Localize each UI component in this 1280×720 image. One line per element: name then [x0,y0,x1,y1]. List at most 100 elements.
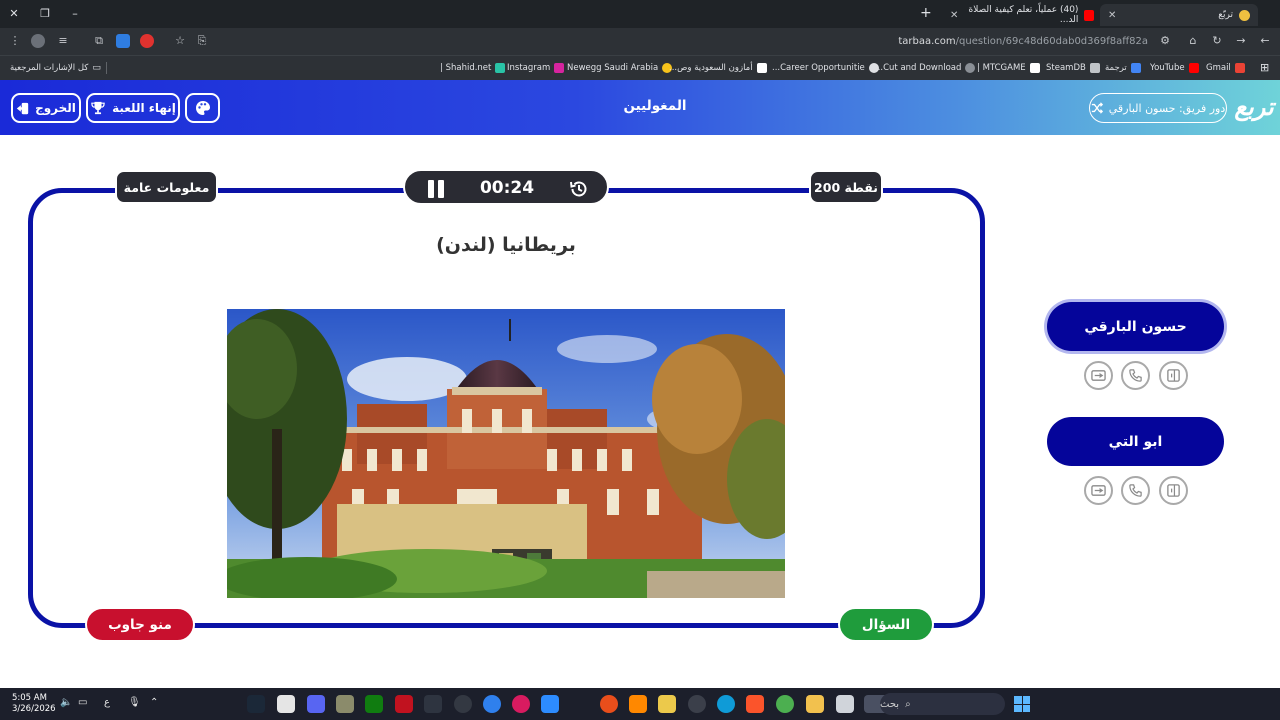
exit-button[interactable]: الخروج [11,93,81,123]
reading-list-icon[interactable]: ≡ [56,34,70,48]
system-clock[interactable]: 5:05 AM 3/26/2026 [12,693,56,715]
show-hidden-icons-icon[interactable]: ⌃ [150,697,158,708]
timer-panel: 00:24 [403,169,609,205]
restore-window-icon[interactable]: ❐ [37,6,53,22]
network-icon[interactable]: ▭ [78,697,87,708]
apps-grid-icon[interactable]: ⊞ [1260,61,1269,74]
extensions-icon[interactable]: ⧉ [92,34,106,48]
tarbaa-logo[interactable]: تربع [1230,89,1278,125]
extension-red-icon[interactable] [140,34,154,48]
bookmark-label: MTCGAME | [977,63,1026,73]
brave-icon[interactable] [746,695,764,713]
site-settings-icon[interactable]: ⚙ [1158,34,1172,48]
install-app-icon[interactable]: ⎘ [195,34,209,48]
close-tab-icon[interactable]: ✕ [950,10,958,21]
tab-tarbaa[interactable]: تربّع ✕ [1100,4,1258,26]
zoom-icon[interactable] [541,695,559,713]
file-explorer-icon[interactable] [806,695,824,713]
language-indicator[interactable]: ع [104,697,110,708]
discord-icon[interactable] [307,695,325,713]
minimize-window-icon[interactable]: – [67,6,83,22]
theme-palette-button[interactable] [185,93,220,123]
obs-icon[interactable] [454,695,472,713]
bookmark-amazon[interactable]: أمازون السعودية وص... [669,61,767,75]
bookmark-label: Gmail [1206,63,1231,73]
github-icon[interactable] [688,695,706,713]
url-domain: tarbaa.com [898,36,956,47]
app-orange-icon[interactable] [600,695,618,713]
close-tab-icon[interactable]: ✕ [1108,10,1116,21]
bookmark-shahid[interactable]: Shahid.net | [440,61,506,75]
end-game-button[interactable]: إنهاء اللعبة [86,93,180,123]
profile-avatar-icon[interactable] [31,34,45,48]
edge-icon[interactable] [717,695,735,713]
microphone-icon[interactable]: 🎙 [128,697,141,708]
aid-call-friend[interactable] [1121,476,1150,505]
bookmark-gmail[interactable]: Gmail [1206,61,1245,75]
app-red-icon[interactable] [395,695,413,713]
gmail-icon [1234,63,1245,73]
extension-blue-icon[interactable] [116,34,130,48]
pause-icon[interactable] [427,180,445,198]
bookmark-star-icon[interactable]: ☆ [173,34,187,48]
steam-icon[interactable] [247,695,265,713]
xbox-icon[interactable] [365,695,383,713]
davinci-icon[interactable] [424,695,442,713]
bookmark-mtcgame[interactable]: MTCGAME | [977,61,1040,75]
cut-download-icon [965,63,976,73]
who-answered-button[interactable]: منو جاوب [85,607,195,642]
store-icon[interactable] [658,695,676,713]
aid-call-friend[interactable] [1121,361,1150,390]
menu-dots-icon[interactable]: ⋮ [8,34,22,48]
app-icon[interactable] [336,695,354,713]
aid-double-points[interactable] [1084,361,1113,390]
exit-icon [16,102,29,114]
forward-icon[interactable]: → [1234,34,1248,48]
aid-hole[interactable] [1159,361,1188,390]
aid-double-points[interactable] [1084,476,1113,505]
steamdb-icon [1089,63,1100,73]
media-player-icon[interactable] [512,695,530,713]
all-bookmarks-folder[interactable]: ▭ كل الإشارات المرجعية [10,61,101,75]
clock-date: 3/26/2026 [12,704,56,714]
reset-timer-icon[interactable] [569,179,589,199]
home-icon[interactable]: ⌂ [1186,34,1200,48]
team-button-1[interactable]: حسون البارقي [1047,302,1224,351]
chrome-icon[interactable] [776,695,794,713]
team-button-2[interactable]: ابو التي [1047,417,1224,466]
phone-icon [1129,484,1142,497]
bookmark-youtube[interactable]: YouTube [1150,61,1199,75]
windows-start-icon[interactable] [1014,696,1030,712]
folder-icon: ▭ [92,63,101,73]
end-game-label: إنهاء اللعبة [112,101,176,115]
bookmark-careers[interactable]: Career Opportunitie... [772,61,879,75]
address-bar[interactable]: tarbaa.com/question/69c48d60dab0d369f8af… [800,31,1152,52]
palette-icon [195,101,210,115]
bookmark-newegg[interactable]: Newegg Saudi Arabia [567,61,673,75]
bookmark-steamdb[interactable]: SteamDB [1046,61,1100,75]
edge-dev-icon[interactable] [483,695,501,713]
trophy-icon [91,101,105,115]
taskbar-search[interactable]: ⌕ بحث [880,693,1005,715]
speaker-icon[interactable]: 🔈 [60,697,72,708]
bookmark-instagram[interactable]: Instagram [507,61,565,75]
close-window-icon[interactable]: ✕ [6,6,22,22]
question-button[interactable]: السؤال [838,607,934,642]
reload-icon[interactable]: ↻ [1210,34,1224,48]
capcut-icon[interactable] [277,695,295,713]
shuffle-icon [1091,102,1103,114]
bookmark-label: Shahid.net | [440,63,492,73]
search-label: بحث [880,698,900,710]
app-grey-icon[interactable] [836,695,854,713]
back-icon[interactable]: ← [1258,34,1272,48]
clock-time: 5:05 AM [12,693,47,703]
all-bookmarks-label: كل الإشارات المرجعية [10,63,89,73]
bookmark-cut-download[interactable]: Cut and Download... [875,61,976,75]
vlc-icon[interactable] [629,695,647,713]
tab-title: (40) عملياً، تعلم كيفية الصلاة الد... [968,5,1079,25]
bookmark-label: SteamDB [1046,63,1086,73]
bookmark-translate[interactable]: ترجمة [1105,61,1141,75]
aid-hole[interactable] [1159,476,1188,505]
new-tab-icon[interactable]: + [920,6,932,20]
tab-youtube[interactable]: (40) عملياً، تعلم كيفية الصلاة الد... ✕ [942,4,1102,26]
